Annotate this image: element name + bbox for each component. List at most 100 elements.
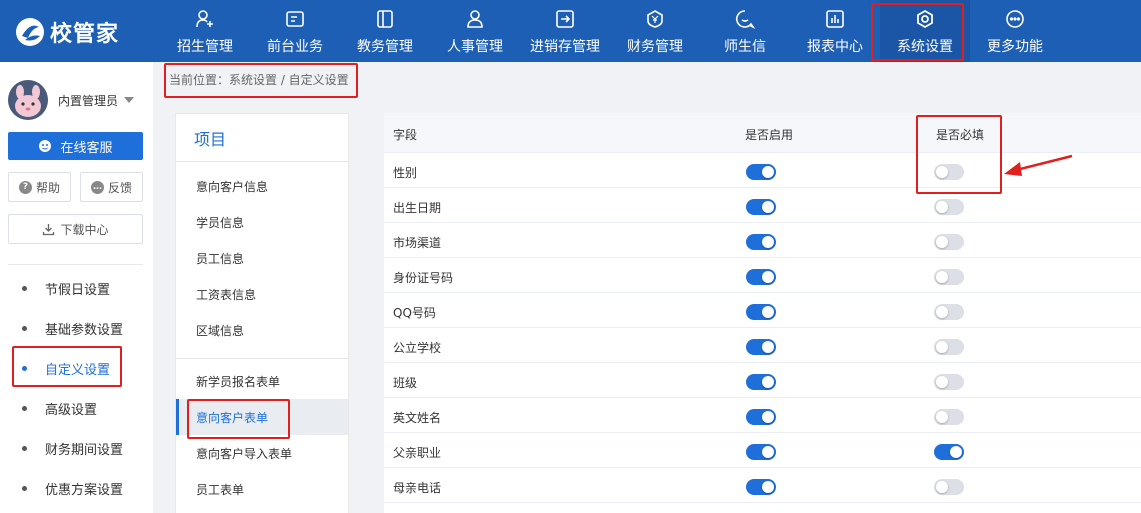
menu-basic-params[interactable]: 基础参数设置 — [0, 308, 153, 348]
table-row: 身份证号码 — [384, 258, 1141, 293]
toggle-knob — [762, 166, 774, 178]
required-toggle[interactable] — [934, 304, 964, 320]
table-row: 英文姓名 — [384, 398, 1141, 433]
breadcrumb-bar: 当前位置：系统设置 / 自定义设置 — [153, 62, 1141, 96]
top-nav-bar: 校管家 招生管理 前台业务 教务管理 人事管理 进销存管理 财务管理 师生信 报… — [0, 0, 1141, 62]
monitor-icon — [286, 11, 304, 27]
toggle-knob — [762, 446, 774, 458]
field-name: 父亲职业 — [393, 446, 442, 460]
toggle-knob — [936, 271, 948, 283]
field-name: QQ号码 — [393, 306, 436, 320]
table-row: 性别 — [384, 153, 1141, 188]
menu-custom-settings[interactable]: 自定义设置 — [0, 348, 153, 388]
enabled-toggle[interactable] — [746, 304, 776, 320]
toggle-knob — [762, 341, 774, 353]
left-sidebar: 内置管理员 在线客服 ? 帮助 … 反馈 下载中心 节假日设置 基础参数设置 自… — [0, 62, 153, 513]
field-name: 性别 — [393, 166, 418, 180]
toggle-knob — [950, 446, 962, 458]
more-circle-icon — [1006, 10, 1024, 28]
menu-advanced-settings[interactable]: 高级设置 — [0, 388, 153, 428]
user-add-icon — [196, 10, 213, 28]
nav-enrollment[interactable]: 招生管理 — [160, 0, 250, 62]
toggle-knob — [762, 481, 774, 493]
user-menu[interactable]: 内置管理员 — [8, 80, 135, 120]
table-row: 母亲电话 — [384, 468, 1141, 503]
feedback-icon: … — [90, 180, 104, 194]
main-nav: 招生管理 前台业务 教务管理 人事管理 进销存管理 财务管理 师生信 报表中心 — [160, 0, 1060, 62]
menu-discount-plans[interactable]: 优惠方案设置 — [0, 468, 153, 508]
settings-hex-icon — [917, 9, 933, 29]
toggle-knob — [762, 271, 774, 283]
project-item[interactable]: 工资表信息 — [176, 276, 348, 312]
project-item[interactable]: 区域信息 — [176, 312, 348, 348]
project-item[interactable]: 员工表单 — [176, 471, 348, 507]
toggle-knob — [936, 166, 948, 178]
menu-finance-period[interactable]: 财务期间设置 — [0, 428, 153, 468]
table-header: 字段 是否启用 是否必填 — [384, 113, 1141, 153]
toggle-knob — [762, 306, 774, 318]
required-toggle[interactable] — [934, 339, 964, 355]
project-item-active[interactable]: 意向客户表单 — [176, 399, 348, 435]
project-panel-title: 项目 — [176, 114, 348, 162]
required-toggle[interactable] — [934, 234, 964, 250]
enabled-toggle[interactable] — [746, 444, 776, 460]
nav-academic[interactable]: 教务管理 — [340, 0, 430, 62]
nav-system-settings[interactable]: 系统设置 — [880, 0, 970, 62]
help-button[interactable]: ? 帮助 — [8, 172, 71, 202]
yuan-shield-icon — [647, 10, 663, 28]
toggle-knob — [936, 236, 948, 248]
nav-inventory[interactable]: 进销存管理 — [520, 0, 610, 62]
header-required: 是否必填 — [936, 128, 985, 142]
project-item[interactable]: 新学员报名表单 — [176, 363, 348, 399]
nav-hr[interactable]: 人事管理 — [430, 0, 520, 62]
toggle-knob — [936, 376, 948, 388]
avatar — [8, 80, 48, 120]
feedback-button[interactable]: … 反馈 — [80, 172, 143, 202]
field-name: 班级 — [393, 376, 418, 390]
field-table: 字段 是否启用 是否必填 性别 出生日期 市场渠道 身份证号码 QQ号码 公立学校 班级 英文… — [384, 113, 1141, 513]
enabled-toggle[interactable] — [746, 479, 776, 495]
divider — [8, 264, 143, 265]
enabled-toggle[interactable] — [746, 269, 776, 285]
service-icon — [39, 140, 52, 152]
nav-more[interactable]: 更多功能 — [970, 0, 1060, 62]
bullet — [22, 445, 27, 451]
enabled-toggle[interactable] — [746, 234, 776, 250]
nav-messages[interactable]: 师生信 — [700, 0, 790, 62]
field-name: 市场渠道 — [393, 236, 442, 250]
required-toggle[interactable] — [934, 164, 964, 180]
menu-holiday-settings[interactable]: 节假日设置 — [0, 268, 153, 308]
nav-finance[interactable]: 财务管理 — [610, 0, 700, 62]
nav-reports[interactable]: 报表中心 — [790, 0, 880, 62]
brand-logo[interactable]: 校管家 — [14, 14, 119, 50]
required-toggle[interactable] — [934, 374, 964, 390]
project-item[interactable]: 意向客户信息 — [176, 168, 348, 204]
enabled-toggle[interactable] — [746, 164, 776, 180]
chat-icon — [736, 10, 755, 29]
required-toggle[interactable] — [934, 479, 964, 495]
field-name: 公立学校 — [393, 341, 442, 355]
settings-menu: 节假日设置 基础参数设置 自定义设置 高级设置 财务期间设置 优惠方案设置 — [0, 268, 153, 508]
table-row: 公立学校 — [384, 328, 1141, 363]
project-item[interactable]: 员工信息 — [176, 240, 348, 276]
table-row: QQ号码 — [384, 293, 1141, 328]
user-name: 内置管理员 — [58, 93, 119, 108]
enabled-toggle[interactable] — [746, 339, 776, 355]
field-name: 身份证号码 — [393, 271, 454, 285]
required-toggle[interactable] — [934, 409, 964, 425]
enabled-toggle[interactable] — [746, 409, 776, 425]
nav-front-desk[interactable]: 前台业务 — [250, 0, 340, 62]
required-toggle[interactable] — [934, 269, 964, 285]
project-item[interactable]: 意向客户导入表单 — [176, 435, 348, 471]
required-toggle[interactable] — [934, 199, 964, 215]
online-service-button[interactable]: 在线客服 — [8, 132, 143, 160]
project-item[interactable]: 学员信息 — [176, 204, 348, 240]
header-field: 字段 — [393, 128, 418, 142]
table-row: 父亲职业 — [384, 433, 1141, 468]
toggle-knob — [936, 481, 948, 493]
bullet — [22, 485, 27, 491]
required-toggle[interactable] — [934, 444, 964, 460]
download-center-button[interactable]: 下载中心 — [8, 214, 143, 244]
enabled-toggle[interactable] — [746, 199, 776, 215]
enabled-toggle[interactable] — [746, 374, 776, 390]
